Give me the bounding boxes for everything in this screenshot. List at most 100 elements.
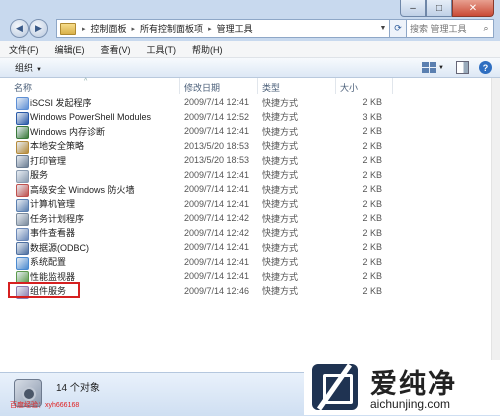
menu-help[interactable]: 帮助(H) <box>183 43 230 56</box>
file-type: 快捷方式 <box>262 228 299 238</box>
view-options-icon[interactable] <box>422 62 437 73</box>
column-size[interactable]: 大小 <box>340 81 358 94</box>
breadcrumb-control-panel[interactable]: 控制面板 <box>89 22 129 35</box>
table-row[interactable]: 计算机管理 2009/7/14 12:41 快捷方式 2 KB <box>0 197 491 212</box>
forward-button[interactable]: ▶ <box>29 19 48 38</box>
file-date: 2009/7/14 12:52 <box>184 111 250 122</box>
column-date[interactable]: 修改日期 <box>184 81 220 94</box>
organize-arrow-icon: ▼ <box>36 67 42 73</box>
shortcut-icon <box>16 140 29 154</box>
file-type: 快捷方式 <box>262 97 299 108</box>
maximize-button[interactable]: □ <box>426 0 452 17</box>
minimize-button[interactable]: ‒ <box>400 0 426 17</box>
table-row[interactable]: 事件查看器 2009/7/14 12:42 快捷方式 2 KB <box>0 226 491 241</box>
file-name: 服务 <box>30 170 49 180</box>
file-size: 2 KB <box>362 285 382 296</box>
table-row[interactable]: 任务计划程序 2009/7/14 12:42 快捷方式 2 KB <box>0 211 491 226</box>
table-row[interactable]: 打印管理 2013/5/20 18:53 快捷方式 2 KB <box>0 153 491 168</box>
file-type: 快捷方式 <box>262 257 299 267</box>
table-row[interactable]: 数据源(ODBC) 2009/7/14 12:41 快捷方式 2 KB <box>0 240 491 255</box>
file-date: 2009/7/14 12:41 <box>184 256 250 267</box>
help-icon[interactable]: ? <box>479 61 492 74</box>
breadcrumb-all-items[interactable]: 所有控制面板项 <box>138 22 205 35</box>
file-size: 2 KB <box>362 198 382 209</box>
file-type: 快捷方式 <box>262 141 299 151</box>
file-type: 快捷方式 <box>262 286 299 296</box>
menu-edit[interactable]: 编辑(E) <box>46 43 92 56</box>
highlight-annotation <box>8 282 80 298</box>
file-size: 2 KB <box>362 184 382 194</box>
preview-pane-icon[interactable] <box>456 61 469 74</box>
table-row[interactable]: 本地安全策略 2013/5/20 18:53 快捷方式 2 KB <box>0 139 491 154</box>
control-panel-icon <box>60 22 76 35</box>
explorer-window: ‒ □ ✕ ◀ ▶ ▸ 控制面板 ▸ 所有控制面板项 ▸ 管理工具 ▼ ⟳ ⌕ … <box>0 0 500 416</box>
shortcut-icon <box>16 111 29 125</box>
organize-label: 组织 <box>15 63 34 73</box>
back-button[interactable]: ◀ <box>10 19 29 38</box>
file-type: 快捷方式 <box>262 213 299 224</box>
column-divider[interactable] <box>179 78 180 94</box>
column-divider[interactable] <box>392 78 393 94</box>
file-date: 2009/7/14 12:41 <box>184 198 250 209</box>
address-dropdown-icon[interactable]: ▼ <box>377 25 389 32</box>
column-type[interactable]: 类型 <box>262 81 280 94</box>
table-row[interactable]: Windows PowerShell Modules 2009/7/14 12:5… <box>0 110 491 125</box>
breadcrumb-separator[interactable]: ▸ <box>129 25 139 33</box>
file-list: 名称 ^ 修改日期 类型 大小 iSCSI 发起程序 2009/7/14 12:4… <box>0 78 491 372</box>
file-date: 2013/5/20 18:53 <box>184 140 250 151</box>
file-size: 2 KB <box>362 242 382 252</box>
table-row[interactable]: Windows 内存诊断 2009/7/14 12:41 快捷方式 2 KB <box>0 124 491 139</box>
table-row[interactable]: 高级安全 Windows 防火墙 2009/7/14 12:41 快捷方式 2 KB <box>0 182 491 197</box>
shortcut-icon <box>16 169 29 183</box>
column-name[interactable]: 名称 <box>14 81 32 94</box>
shortcut-icon <box>16 256 29 270</box>
table-row[interactable]: 服务 2009/7/14 12:41 快捷方式 2 KB <box>0 168 491 183</box>
column-divider[interactable] <box>335 78 336 94</box>
site-logo: 爱纯净 aichunjing.com <box>304 360 500 415</box>
address-bar[interactable]: ▸ 控制面板 ▸ 所有控制面板项 ▸ 管理工具 ▼ <box>56 19 390 38</box>
shortcut-icon <box>16 155 29 168</box>
file-size: 3 KB <box>362 111 382 122</box>
table-row[interactable]: iSCSI 发起程序 2009/7/14 12:41 快捷方式 2 KB <box>0 95 491 110</box>
command-bar: 组织 ▼ ▼ ? <box>0 58 500 78</box>
file-size: 2 KB <box>362 227 382 238</box>
search-icon: ⌕ <box>483 23 489 33</box>
file-size: 2 KB <box>362 155 382 165</box>
column-header: 名称 ^ 修改日期 类型 大小 <box>0 78 491 94</box>
organize-button[interactable]: 组织 ▼ <box>15 61 42 74</box>
view-dropdown-icon[interactable]: ▼ <box>438 65 444 71</box>
shortcut-icon <box>16 97 29 110</box>
file-name: 打印管理 <box>30 155 67 166</box>
table-row[interactable]: 系统配置 2009/7/14 12:41 快捷方式 2 KB <box>0 255 491 270</box>
file-type: 快捷方式 <box>262 126 299 137</box>
caption-buttons: ‒ □ ✕ <box>400 0 494 17</box>
shortcut-icon <box>16 126 29 139</box>
file-date: 2009/7/14 12:41 <box>184 271 250 281</box>
breadcrumb-separator[interactable]: ▸ <box>205 25 215 33</box>
refresh-button[interactable]: ⟳ <box>389 19 407 38</box>
file-size: 2 KB <box>362 256 382 267</box>
file-size: 2 KB <box>362 271 382 281</box>
breadcrumb-admin-tools[interactable]: 管理工具 <box>215 22 255 35</box>
table-row[interactable]: 性能监视器 2009/7/14 12:41 快捷方式 2 KB <box>0 269 491 284</box>
sort-arrow-icon: ^ <box>84 78 88 85</box>
menu-tools[interactable]: 工具(T) <box>138 43 184 56</box>
shortcut-icon <box>16 198 29 212</box>
file-name: Windows 内存诊断 <box>30 126 106 137</box>
search-input[interactable] <box>407 23 479 34</box>
file-date: 2013/5/20 18:53 <box>184 155 250 165</box>
menu-file[interactable]: 文件(F) <box>0 43 46 56</box>
close-button[interactable]: ✕ <box>452 0 494 17</box>
shortcut-icon <box>16 184 29 197</box>
vertical-scrollbar[interactable] <box>491 78 500 372</box>
breadcrumb-separator[interactable]: ▸ <box>79 25 89 33</box>
file-date: 2009/7/14 12:46 <box>184 285 250 296</box>
file-size: 2 KB <box>362 126 382 136</box>
menu-view[interactable]: 查看(V) <box>92 43 138 56</box>
file-date: 2009/7/14 12:41 <box>184 97 250 107</box>
file-type: 快捷方式 <box>262 112 299 122</box>
file-date: 2009/7/14 12:41 <box>184 126 250 136</box>
file-size: 2 KB <box>362 140 382 151</box>
search-box[interactable]: ⌕ <box>406 19 494 38</box>
column-divider[interactable] <box>257 78 258 94</box>
